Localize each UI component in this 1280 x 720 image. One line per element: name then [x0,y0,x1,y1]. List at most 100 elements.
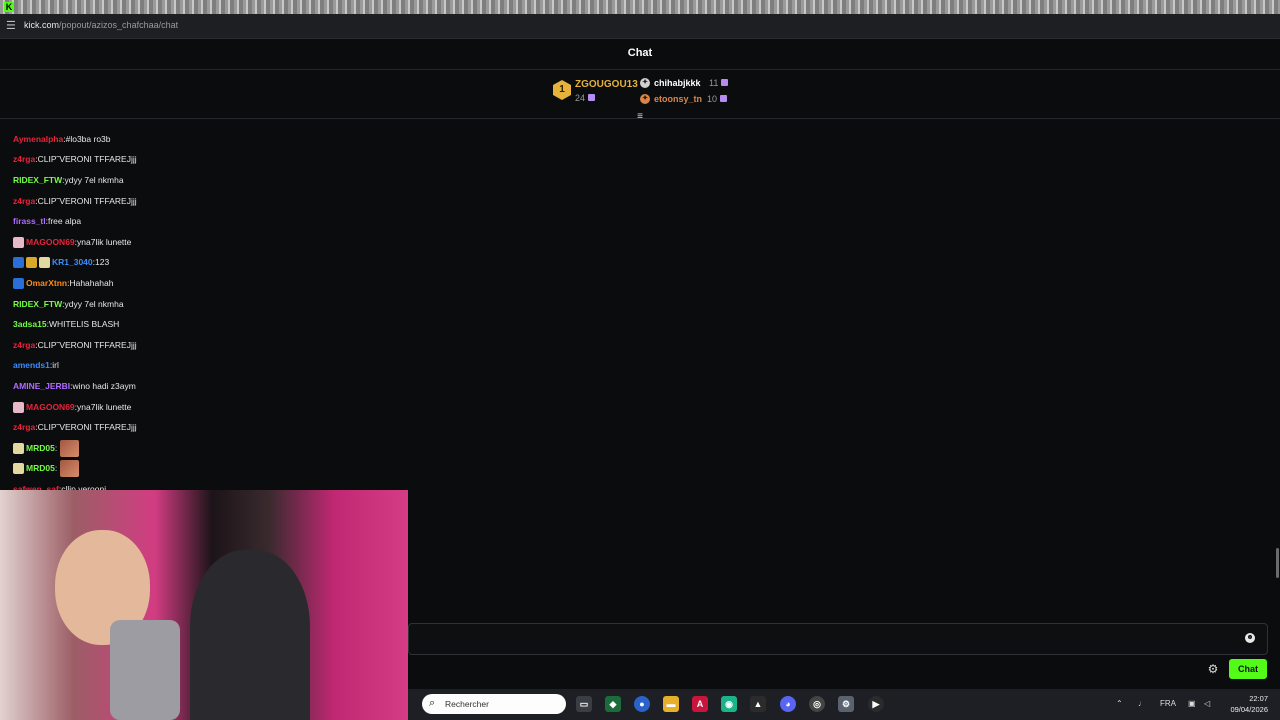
chat-username[interactable]: firass_tl [13,215,46,228]
chat-username[interactable]: Aymenalpha [13,133,63,146]
chat-message: MRD05: [13,459,433,480]
browser-tab-strip[interactable]: K [0,0,1280,14]
chat-username[interactable]: amends1 [13,359,50,372]
site-settings-icon[interactable]: ☰ [6,20,18,32]
gear-icon[interactable]: ⚙ [1207,663,1219,675]
kick-favicon: K [4,2,14,12]
rank-1-username[interactable]: ZGOUGOU13 [575,79,638,90]
chat-message-text: irl [52,360,59,371]
emoji-icon[interactable]: ☻ [1245,633,1255,643]
chevron-up-icon[interactable]: ⌃ [1116,699,1123,708]
chat-username[interactable]: KR1_3040 [52,256,93,269]
url-text[interactable]: kick.com/popout/azizos_chafchaa/chat [24,20,178,30]
chat-message-text: CLIP˜VERONI TFFAREJjjj [37,422,137,433]
chat-message-text: CLIP˜VERONI TFFAREJjjj [37,339,137,350]
mic-icon[interactable]: ♩ [1138,699,1146,708]
og-badge-icon [13,463,24,475]
chat-message: OmarXtnn: Hahahahah [13,273,433,294]
chat-username[interactable]: RIDEX_FTW [13,174,62,187]
rank-3-badge-icon: ✦ [640,94,650,104]
chat-username[interactable]: RIDEX_FTW [13,298,62,311]
chat-username[interactable]: MRD05 [26,442,55,455]
app-icon[interactable]: ◎ [809,696,825,712]
expand-leaderboard-icon[interactable]: ≡ [634,112,646,122]
volume-icon[interactable]: ◁ [1204,699,1210,708]
chat-message: 3adsa15: WHITELIS BLASH [13,314,433,335]
taskbar-search-input[interactable] [422,694,566,714]
chat-username[interactable]: 3adsa15 [13,318,47,331]
media-player-icon[interactable]: ▶ [868,696,884,712]
chat-message: AMINE_JERBI: wino hadi z3aym [13,376,433,397]
chat-username[interactable]: AMINE_JERBI [13,380,70,393]
gift-badge-icon [13,236,24,248]
clock-date[interactable]: 09/04/2026 [1220,705,1268,714]
clock-time[interactable]: 22:07 [1226,694,1268,703]
rank-3-username[interactable]: etoonsy_tn [654,94,702,104]
app-icon[interactable]: ◉ [721,696,737,712]
language-indicator[interactable]: FRA [1160,699,1176,708]
chat-message-text: Hahahahah [69,277,114,288]
chat-message-text: ydyy 7el nkmha [64,174,124,185]
chat-message-text: yna7lik lunette [77,401,132,412]
webcam-overlay [0,490,408,720]
url-path: /popout/azizos_chafchaa/chat [59,20,179,30]
chat-message: z4rga: CLIP˜VERONI TFFAREJjjj [13,417,433,438]
app-icon[interactable]: ▲ [750,696,766,712]
chat-message-text: ydyy 7el nkmha [64,298,124,309]
emote-image [60,439,80,457]
vip-badge-icon [13,277,24,289]
chat-username[interactable]: z4rga [13,153,35,166]
chat-username[interactable]: z4rga [13,421,35,434]
chat-message: MAGOON69: yna7lik lunette [13,397,433,418]
discord-icon[interactable]: ◕ [780,696,796,712]
chat-message-text: yna7lik lunette [77,236,132,247]
chat-message: z4rga: CLIP˜VERONI TFFAREJjjj [13,191,433,212]
app-icon[interactable]: ◆ [605,696,621,712]
send-chat-button[interactable]: Chat [1229,659,1267,679]
og-badge-icon [13,442,24,454]
gift-icon [588,94,596,101]
chat-title: Chat [627,47,653,59]
chat-message-text: #lo3ba ro3b [65,133,111,144]
gift-icon [721,79,729,86]
chat-message-text: WHITELIS BLASH [48,319,120,330]
chat-username[interactable]: z4rga [13,339,35,352]
settings-app-icon[interactable]: ⚙ [838,696,854,712]
scrollbar[interactable] [1276,548,1279,578]
chat-message: RIDEX_FTW: ydyy 7el nkmha [13,294,433,315]
chat-message-text: CLIP˜VERONI TFFAREJjjj [37,154,137,165]
cam-chair [110,620,180,720]
chat-message-list[interactable]: Aymenalpha: #lo3ba ro3b z4rga: CLIP˜VERON… [13,129,433,491]
chat-username[interactable]: MRD05 [26,462,55,475]
url-host: kick.com [24,20,60,30]
rank-2-badge-icon: ✦ [640,78,650,88]
chat-message-text: CLIP˜VERONI TFFAREJjjj [37,195,137,206]
rank-2-gift-count: 11 [709,78,729,88]
gift-badge-icon [13,401,24,413]
chat-message: z4rga: CLIP˜VERONI TFFAREJjjj [13,150,433,171]
network-icon[interactable]: ▣ [1188,699,1196,708]
chat-message-text: wino hadi z3aym [72,380,136,391]
chat-message: RIDEX_FTW: ydyy 7el nkmha [13,170,433,191]
chat-input[interactable] [408,623,1268,655]
chat-message-text: 123 [95,257,110,268]
rank-2-username[interactable]: chihabjkkk [654,78,701,88]
file-explorer-icon[interactable]: ▬ [663,696,679,712]
message-separator: : [54,463,58,474]
chat-username[interactable]: z4rga [13,195,35,208]
chat-username[interactable]: MAGOON69 [26,401,75,414]
taskbar-search-placeholder: Rechercher [445,699,489,709]
app-icon[interactable]: A [692,696,708,712]
chat-header: Chat [0,38,1280,70]
chrome-icon[interactable]: ● [634,696,650,712]
task-view-icon[interactable]: ▭ [576,696,592,712]
message-separator: : [54,442,58,453]
chat-username[interactable]: OmarXtnn [26,277,67,290]
chat-message: z4rga: CLIP˜VERONI TFFAREJjjj [13,335,433,356]
chat-username[interactable]: MAGOON69 [26,236,75,249]
chat-message: KR1_3040: 123 [13,253,433,274]
rank-1-gift-count: 24 [575,93,596,103]
address-bar[interactable]: ☰ kick.com/popout/azizos_chafchaa/chat [0,14,1280,39]
rank-3-gift-count: 10 [707,94,728,104]
cam-streamer [190,550,310,720]
